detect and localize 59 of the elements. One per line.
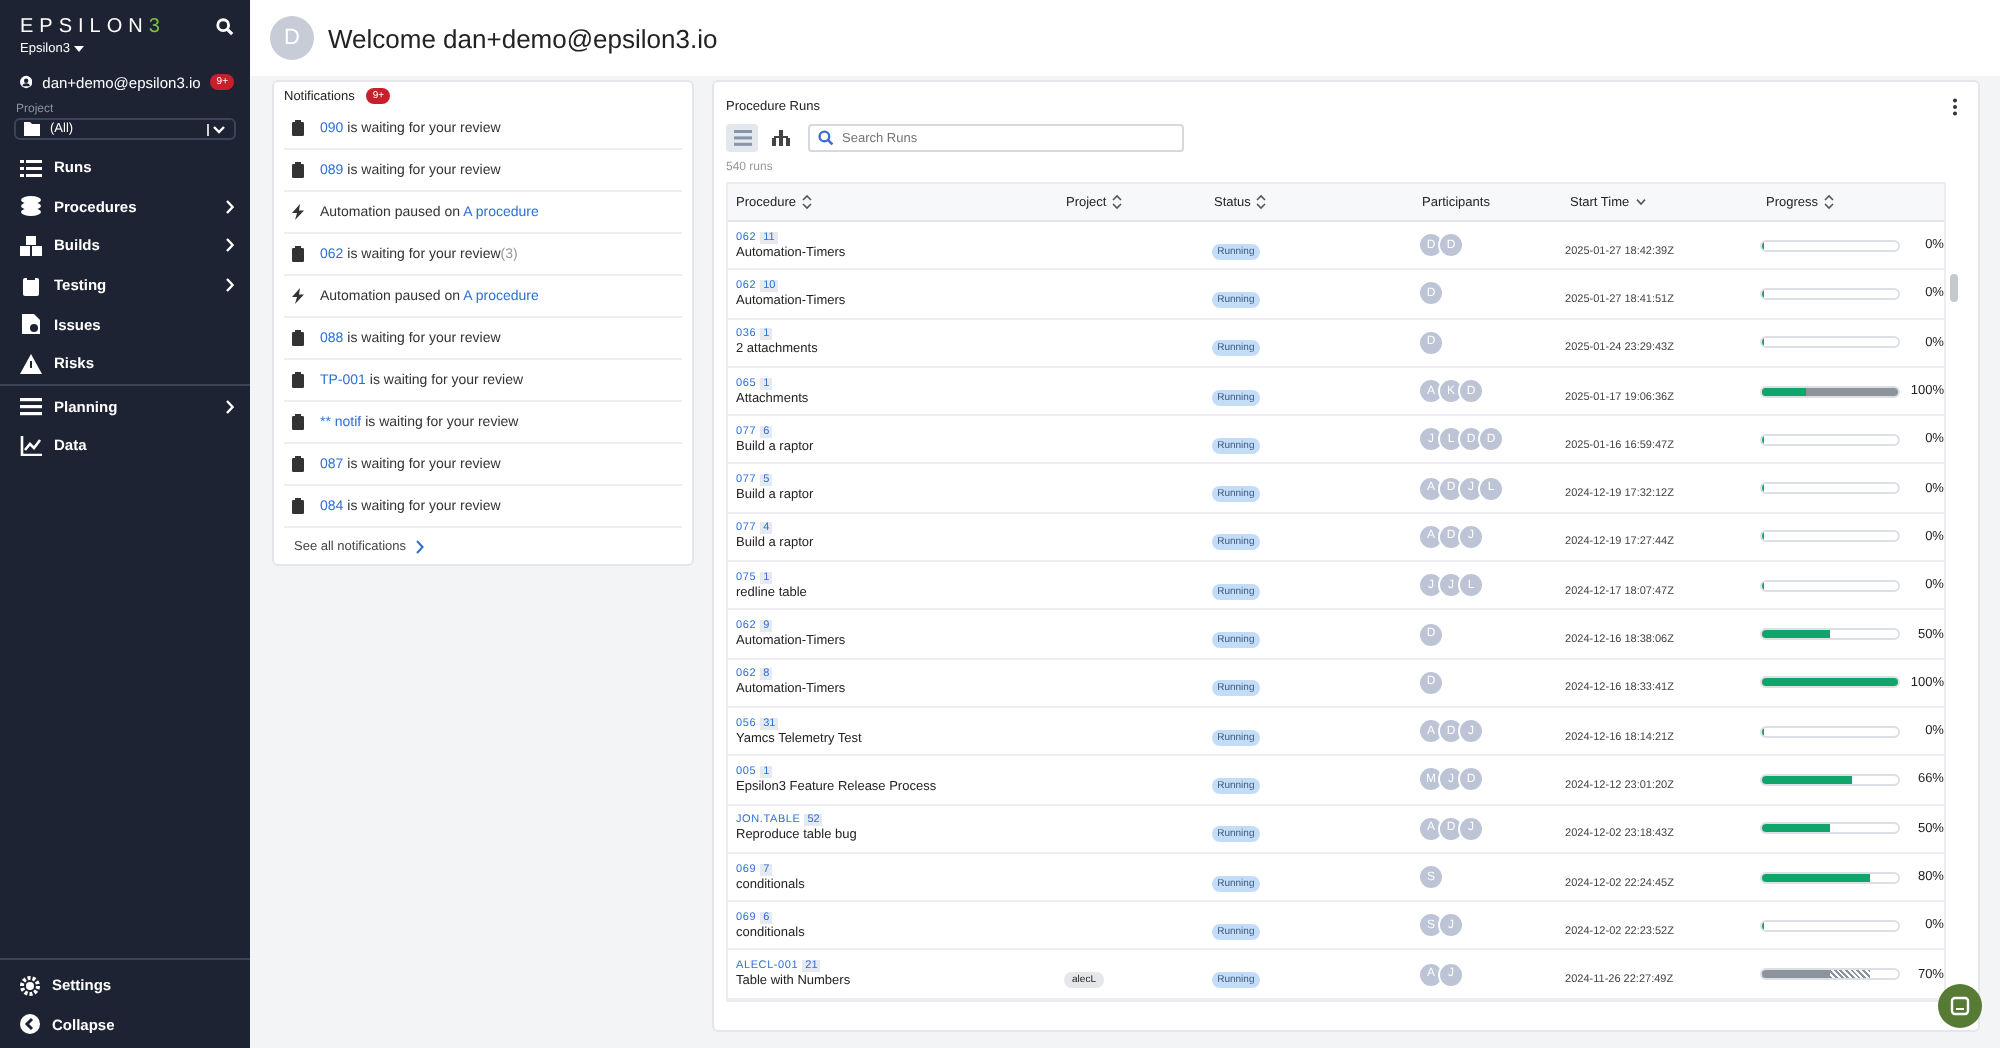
chart-icon: [20, 435, 42, 456]
chat-icon: [1950, 996, 1970, 1016]
clipboard-icon: [292, 414, 304, 430]
hierarchy-icon: [771, 130, 789, 146]
sort-icon: [1256, 194, 1267, 210]
chevron-icon: [226, 238, 234, 253]
more-menu-icon[interactable]: [1952, 98, 1958, 116]
cubes-icon: [20, 235, 42, 256]
welcome-title: Welcome dan+demo@epsilon3.io: [328, 23, 718, 53]
clipboard-icon: [292, 330, 304, 346]
progress-bar: [1759, 385, 1900, 398]
progress-bar: [1759, 822, 1900, 835]
progress-bar: [1759, 871, 1900, 883]
clipboard-icon: [292, 456, 304, 472]
clipboard-icon: [292, 372, 304, 388]
warning-icon: [20, 353, 42, 374]
logo: EPSILON 3: [20, 16, 166, 38]
chevron-icon: [416, 540, 425, 554]
clipboard-icon: [20, 275, 42, 296]
progress-bar: [1759, 336, 1900, 349]
user-avatar: D: [270, 16, 314, 60]
sort-icon: [1824, 194, 1835, 210]
gear-icon: [20, 975, 40, 996]
sort-icon: [802, 194, 812, 210]
layers-icon: [20, 196, 42, 217]
collapse-icon: [20, 1014, 40, 1035]
progress-bar: [1759, 239, 1900, 252]
search-icon[interactable]: [216, 18, 234, 36]
progress-bar: [1759, 919, 1900, 932]
chevron-icon: [226, 278, 234, 293]
chevron-icon: [226, 399, 234, 414]
progress-bar: [1759, 676, 1900, 689]
bars-icon: [20, 396, 42, 417]
chevron-icon: [226, 199, 234, 214]
sort-icon: [1112, 194, 1123, 210]
list-icon: [733, 130, 751, 146]
bolt-icon: [292, 204, 304, 220]
runs-icon: [20, 157, 42, 178]
progress-bar: [1759, 482, 1900, 495]
file-icon: [20, 314, 42, 335]
progress-bar: [1759, 579, 1900, 592]
bolt-icon: [292, 288, 304, 304]
progress-bar: [1759, 773, 1900, 786]
caret-icon: [73, 46, 84, 52]
sort-descending-icon: [1635, 198, 1646, 206]
clipboard-icon: [292, 246, 304, 262]
progress-bar: [1759, 628, 1900, 641]
clipboard-icon: [292, 120, 304, 136]
progress-bar: [1759, 433, 1900, 446]
dropdown-icon: [206, 123, 226, 135]
clipboard-icon: [292, 162, 304, 178]
progress-bar: [1759, 725, 1900, 738]
folder-icon: [24, 122, 40, 136]
progress-bar: [1759, 287, 1900, 300]
clipboard-icon: [292, 498, 304, 514]
progress-bar: [1759, 530, 1900, 543]
user-icon: [20, 72, 33, 92]
search-icon: [818, 130, 834, 146]
progress-bar: [1759, 968, 1900, 981]
